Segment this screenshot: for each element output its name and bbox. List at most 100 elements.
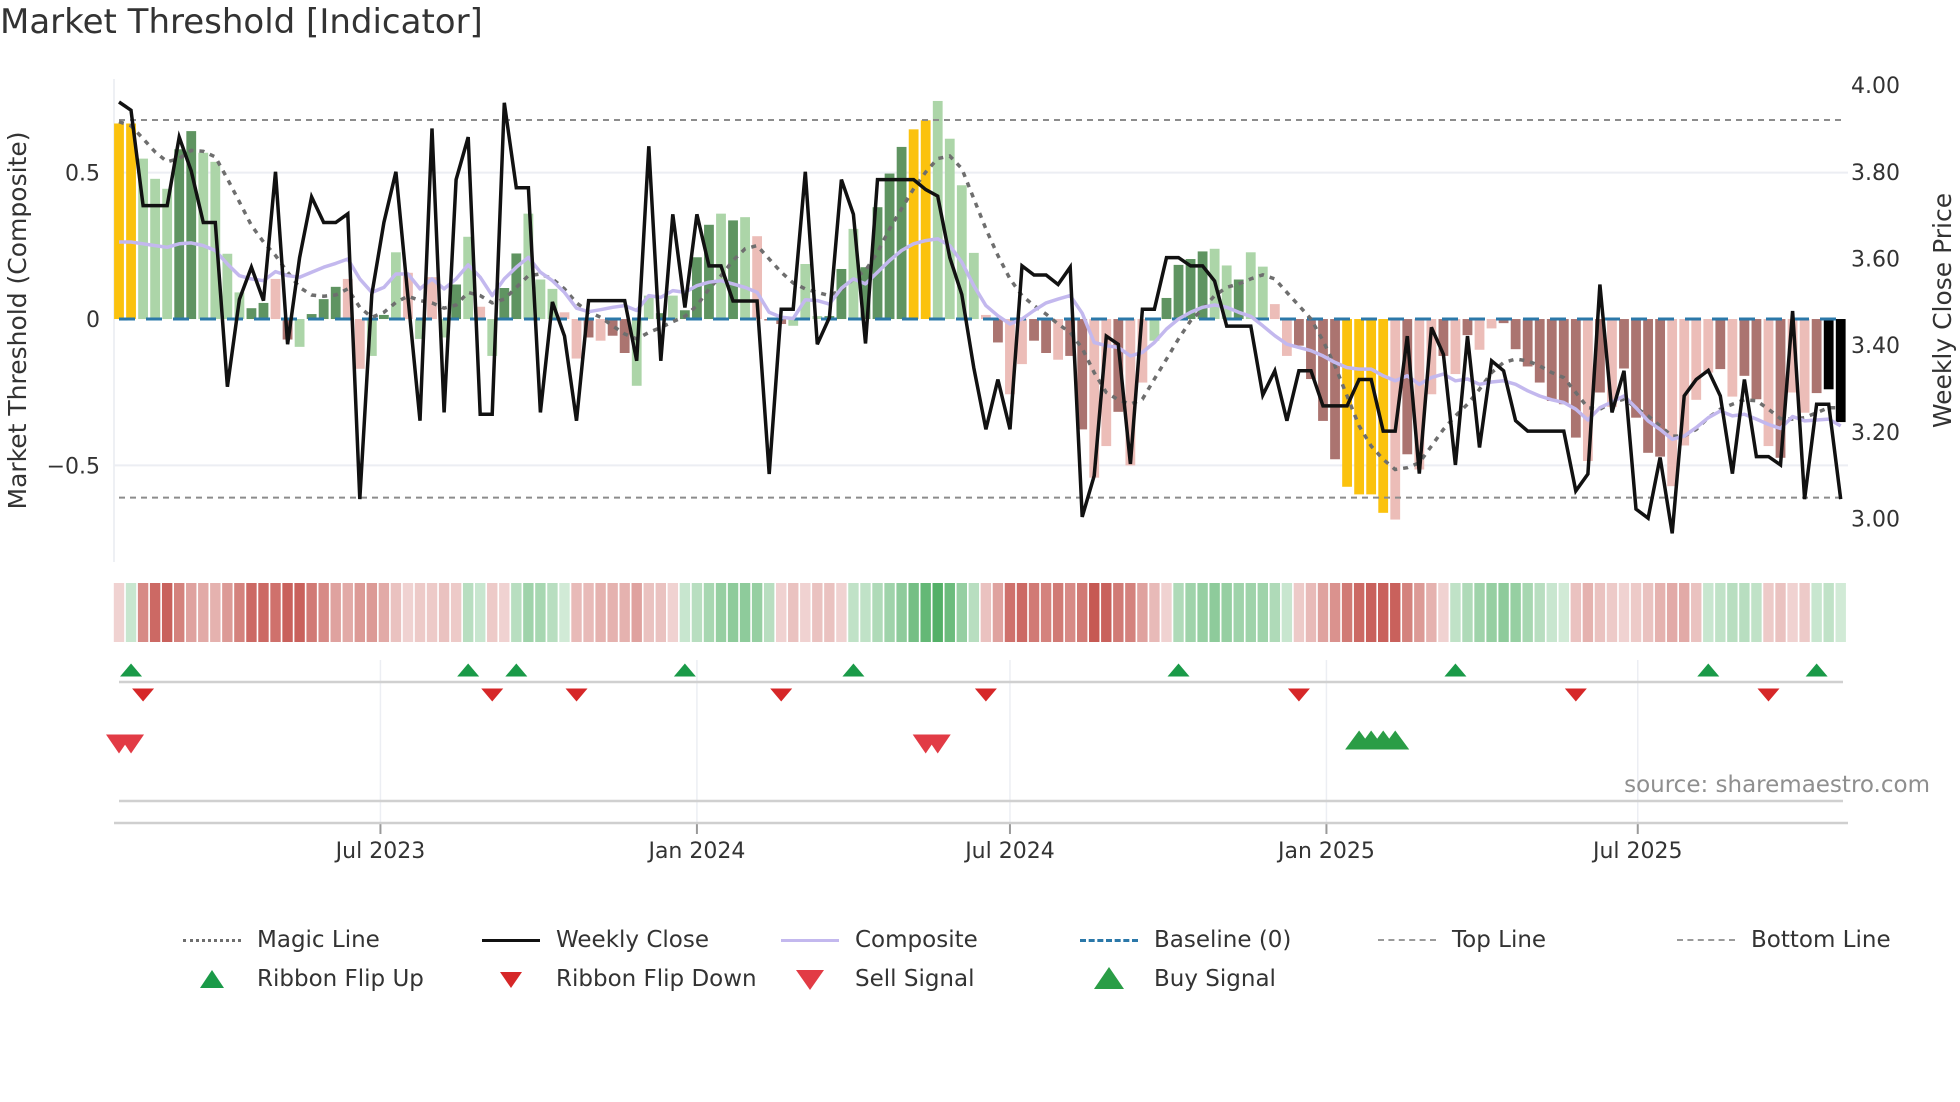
composite-bar <box>162 188 173 320</box>
ribbon-cell <box>1703 583 1714 642</box>
ribbon-cell <box>462 583 474 642</box>
composite-bar <box>1703 319 1714 373</box>
composite-bar <box>920 120 931 320</box>
composite-bar <box>800 264 811 320</box>
composite-bar <box>728 220 738 320</box>
composite-bar <box>595 319 606 341</box>
ribbon-cell <box>511 583 522 642</box>
composite-bar <box>1835 319 1846 423</box>
ribbon-cell <box>1426 583 1437 642</box>
ribbon-cell <box>487 583 498 642</box>
ribbon-flip-down-marker <box>974 688 997 702</box>
ribbon-cell <box>1558 583 1569 642</box>
composite-bar <box>1474 319 1485 350</box>
ribbon-flip-down-marker <box>770 688 793 702</box>
ribbon-cell <box>1185 583 1196 642</box>
composite-bar <box>391 252 401 320</box>
ribbon-cell <box>1666 583 1678 642</box>
composite-bar <box>174 149 185 320</box>
ribbon-cell <box>860 583 871 642</box>
composite-bar <box>1269 304 1280 320</box>
ribbon-cell <box>1570 583 1582 642</box>
composite-bar <box>1450 319 1461 375</box>
ribbon-cell <box>499 583 510 642</box>
composite-bar <box>1715 319 1726 370</box>
ribbon-flip-down-marker <box>1757 688 1780 702</box>
composite-bar <box>667 295 678 320</box>
ribbon-cell <box>1763 583 1774 642</box>
composite-bar <box>704 224 714 320</box>
composite-bar <box>1643 319 1653 453</box>
ribbon-cell <box>1293 583 1305 642</box>
ribbon-cell <box>655 583 666 642</box>
ribbon-cell <box>956 583 967 642</box>
ribbon-cell <box>1341 583 1353 642</box>
ribbon-cell <box>1594 583 1606 642</box>
ribbon-flip-down-marker <box>1287 688 1310 702</box>
ribbon-cell <box>535 583 546 642</box>
ribbon-cell <box>174 583 185 642</box>
ribbon-cell <box>824 583 835 642</box>
ribbon-cell <box>1787 583 1798 642</box>
y-tick-label: −0.5 <box>47 454 100 479</box>
ribbon-cell <box>1378 583 1389 642</box>
ribbon-cell <box>1064 583 1076 642</box>
ribbon-cell <box>1438 583 1449 642</box>
ribbon-flip-up-marker <box>1697 663 1720 677</box>
ribbon-cell <box>1775 583 1786 642</box>
ribbon-cell <box>161 583 173 642</box>
ribbon-cell <box>812 583 823 642</box>
ribbon-cell <box>1040 583 1052 642</box>
ribbon-flip-up-marker <box>1444 663 1467 677</box>
ribbon-cell <box>450 583 462 642</box>
composite-bar <box>908 129 919 320</box>
ribbon-cell <box>426 583 438 642</box>
ribbon-flip-down-marker <box>565 688 588 702</box>
composite-bar <box>1655 319 1666 457</box>
ribbon-cell <box>776 583 787 642</box>
ribbon-cell <box>715 583 727 642</box>
composite-bar <box>1534 319 1545 383</box>
x-tick-label: Jul 2025 <box>1591 839 1683 864</box>
composite-bar <box>1462 319 1473 336</box>
ribbon-cell <box>1402 583 1413 642</box>
ribbon-cell <box>1510 583 1521 642</box>
composite-bar <box>318 299 329 320</box>
x-tick-label: Jul 2023 <box>334 839 426 864</box>
composite-bar <box>1245 252 1256 320</box>
chart: 0.5 0 −0.5 4.00 3.80 3.60 3.40 3.20 3.00 Market T… <box>3 74 1957 864</box>
ribbon-cell <box>1823 583 1834 642</box>
y2-tick-label: 3.20 <box>1851 421 1900 446</box>
y2-tick-label: 4.00 <box>1851 74 1900 99</box>
ribbon-cell <box>1474 583 1485 642</box>
ribbon-cell <box>800 583 811 642</box>
ribbon-cell <box>1691 583 1702 642</box>
ribbon-cell <box>342 583 353 642</box>
composite-bar <box>1053 319 1064 360</box>
composite-bar <box>1161 297 1172 320</box>
ribbon-cell <box>607 583 618 642</box>
composite-bar <box>1510 319 1521 350</box>
ribbon-cell <box>1173 583 1184 642</box>
x-tick-label: Jan 2024 <box>646 839 745 864</box>
composite-bar <box>330 286 341 320</box>
composite-bar <box>451 284 462 320</box>
composite-bar <box>198 152 209 320</box>
ribbon-cell <box>1630 583 1642 642</box>
composite-bar <box>1667 319 1678 487</box>
ribbon-cell <box>908 583 919 642</box>
ribbon-cell <box>1534 583 1545 642</box>
composite-bar <box>150 178 161 320</box>
ribbon-cell <box>1233 583 1244 642</box>
ribbon-cell <box>1486 583 1497 642</box>
ribbon-cell <box>378 583 390 642</box>
composite-bar <box>884 173 895 320</box>
ribbon-cell <box>1811 583 1822 642</box>
composite-bar <box>1041 319 1051 353</box>
ribbon-cell <box>1113 583 1124 642</box>
x-tick-label: Jan 2025 <box>1276 839 1375 864</box>
y2-axis-label: Weekly Close Price <box>1928 193 1957 428</box>
ribbon-cell <box>920 583 931 642</box>
ribbon-flip-up-marker <box>120 663 143 677</box>
ribbon-cell <box>1221 583 1232 642</box>
